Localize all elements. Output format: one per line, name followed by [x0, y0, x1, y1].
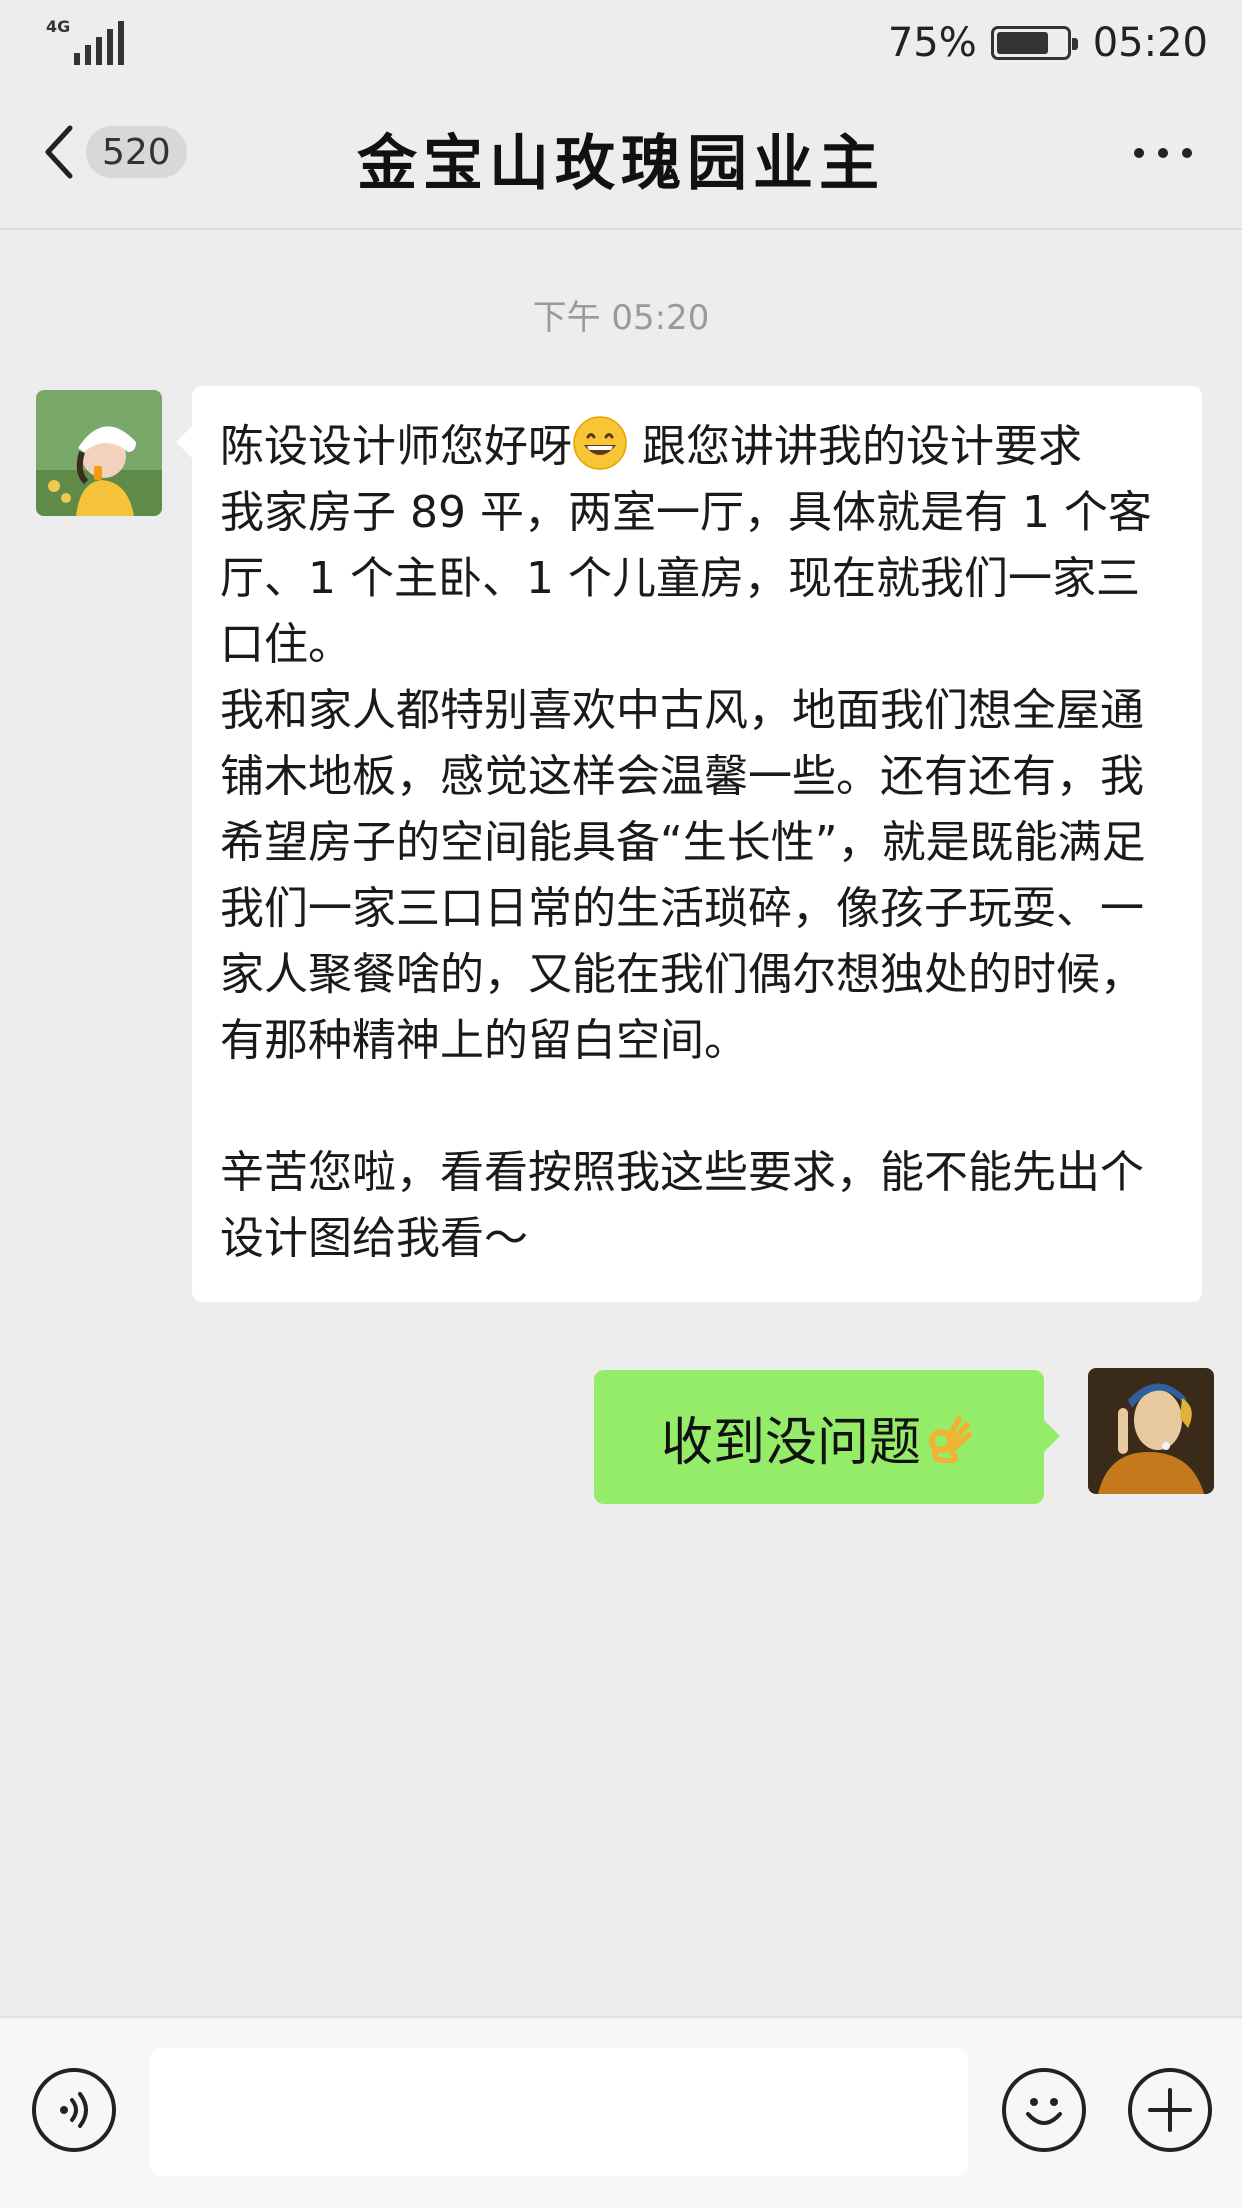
message-timestamp: 下午 05:20: [532, 298, 710, 338]
message-paragraph-request: 辛苦您啦，看看按照我这些要求，能不能先出个设计图给我看～: [220, 1147, 1144, 1264]
incoming-message-bubble[interactable]: 陈设设计师您好呀 跟您讲讲我的设计要求 我家房子 89 平，两室一厅，具体就是有…: [176, 386, 1202, 1302]
battery-icon: [990, 26, 1078, 60]
network-type: 4G: [46, 17, 71, 36]
grinning-face-icon: [573, 416, 627, 470]
status-bar: 4G 75% 05:20: [0, 0, 1242, 86]
back-button[interactable]: 520: [40, 122, 187, 182]
battery-percent: 75%: [887, 20, 977, 66]
outgoing-message-bubble[interactable]: 收到没问题: [594, 1370, 1060, 1504]
more-dots-icon: [1134, 148, 1144, 158]
smiley-icon: [1026, 2098, 1062, 2125]
more-options-button[interactable]: [1134, 148, 1192, 158]
more-functions-button[interactable]: [1128, 2068, 1212, 2152]
unread-count-badge: 520: [86, 126, 187, 178]
ok-hand-icon: [929, 1416, 972, 1463]
sender-avatar[interactable]: [36, 390, 162, 516]
emoji-button[interactable]: [1002, 2068, 1086, 2152]
nav-bar: 金宝山玫瑰园业主 520: [0, 86, 1242, 230]
input-bar: [0, 2016, 1242, 2208]
message-input[interactable]: [150, 2048, 968, 2176]
message-paragraph-style: 我和家人都特别喜欢中古风，地面我们想全屋通铺木地板，感觉这样会温馨一些。还有还有…: [220, 685, 1146, 1066]
voice-input-button[interactable]: [32, 2068, 116, 2152]
voice-icon: [60, 2092, 88, 2128]
outgoing-message-text: 收到没问题: [660, 1412, 921, 1473]
plus-icon: [1148, 2088, 1192, 2132]
signal-icon: 4G: [46, 17, 124, 65]
chevron-left-icon: [45, 125, 73, 179]
message-line-greeting: 陈设设计师您好呀 跟您讲讲我的设计要求: [220, 414, 1172, 480]
my-avatar[interactable]: [1088, 1368, 1214, 1494]
status-time: 05:20: [1092, 20, 1208, 66]
message-paragraph-rooms: 我家房子 89 平，两室一厅，具体就是有 1 个客厅、1 个主卧、1 个儿童房，…: [220, 487, 1152, 670]
